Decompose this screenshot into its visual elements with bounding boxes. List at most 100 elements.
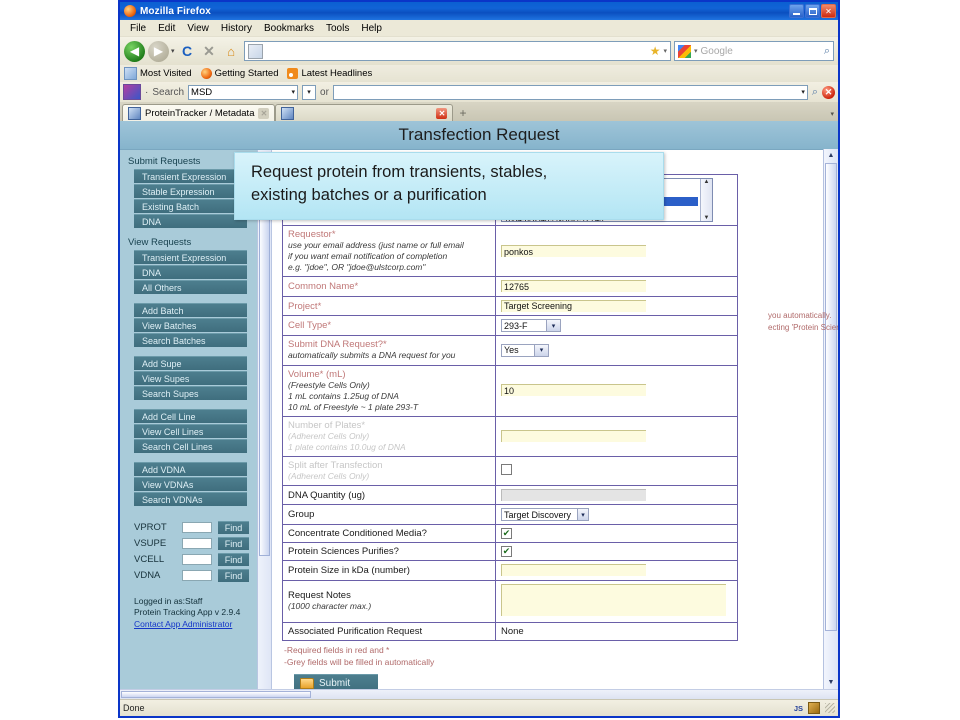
back-button[interactable]: ◀ xyxy=(124,41,145,62)
status-text: Done xyxy=(123,703,145,713)
msd-search-icon[interactable]: ⌕ xyxy=(812,86,818,99)
sidebar-item-add-batch[interactable]: Add Batch xyxy=(134,303,247,317)
sidebar-item-all-others[interactable]: All Others xyxy=(134,280,247,294)
find-input-vdna[interactable] xyxy=(182,570,212,581)
sidebar-item-dna[interactable]: DNA xyxy=(134,214,247,228)
tab-close-icon[interactable]: ✕ xyxy=(258,108,269,119)
msd-scope-select[interactable]: MSD ▾ xyxy=(188,85,298,100)
search-icon[interactable]: ⌕ xyxy=(824,45,830,58)
sidebar-item-transient-expression[interactable]: Transient Expression xyxy=(134,169,247,183)
request-notes-textarea[interactable] xyxy=(501,584,726,616)
minimize-button[interactable] xyxy=(789,4,804,18)
callout-line-2: existing batches or a purification xyxy=(251,184,653,207)
menu-help[interactable]: Help xyxy=(355,22,388,35)
sidebar-item-view-batches[interactable]: View Batches xyxy=(134,318,247,332)
menu-tools[interactable]: Tools xyxy=(320,22,355,35)
submit-dna-select[interactable]: Yes ▾ xyxy=(501,344,549,357)
sidebar-item-search-batches[interactable]: Search Batches xyxy=(134,333,247,347)
split-checkbox[interactable] xyxy=(501,464,512,475)
purifies-checkbox[interactable]: ✔ xyxy=(501,546,512,557)
bookmark-star-icon[interactable]: ★ xyxy=(650,44,661,58)
volume-input[interactable] xyxy=(501,384,646,396)
new-tab-button[interactable]: + xyxy=(453,106,472,121)
horizontal-scrollbar-thumb[interactable] xyxy=(121,691,311,698)
sidebar-item-view-supes[interactable]: View Supes xyxy=(134,371,247,385)
plates-input[interactable] xyxy=(501,430,646,442)
scroll-down-icon[interactable]: ▼ xyxy=(701,215,712,221)
sidebar-item-add-cell-line[interactable]: Add Cell Line xyxy=(134,409,247,423)
find-button-vprot[interactable]: Find xyxy=(218,521,249,534)
protein-size-input[interactable] xyxy=(501,564,646,576)
reload-icon[interactable]: C xyxy=(178,42,197,61)
tab-list-icon[interactable]: ▾ xyxy=(830,110,838,121)
sidebar-item-search-vdnas[interactable]: Search VDNAs xyxy=(134,492,247,506)
sidebar-item-add-supe[interactable]: Add Supe xyxy=(134,356,247,370)
group-select[interactable]: Target Discovery ▾ xyxy=(501,508,589,521)
find-input-vcell[interactable] xyxy=(182,554,212,565)
tab-close-icon[interactable]: ✕ xyxy=(436,108,447,119)
forward-button[interactable]: ▶ xyxy=(148,41,169,62)
inner-scrollbar[interactable]: ▲ ▼ xyxy=(257,150,272,689)
form-area: VDNA ID* Hold ctrl to select multiple VD… xyxy=(272,150,838,689)
url-dropdown-icon[interactable]: ▾ xyxy=(663,47,667,55)
label-cell: Cell Type* xyxy=(283,316,496,336)
sidebar-item-view-transient-expression[interactable]: Transient Expression xyxy=(134,250,247,264)
menu-bookmarks[interactable]: Bookmarks xyxy=(258,22,320,35)
bookmark-most-visited[interactable]: Most Visited xyxy=(124,67,192,80)
label-cell: Split after Transfection (Adherent Cells… xyxy=(283,456,496,485)
menu-view[interactable]: View xyxy=(181,22,215,35)
tab-second[interactable]: ✕ xyxy=(275,104,453,121)
msd-mini-select[interactable]: ▾ xyxy=(302,85,316,100)
stop-icon[interactable]: ✕ xyxy=(200,42,219,61)
submit-button[interactable]: Submit xyxy=(294,674,378,689)
page-header: Transfection Request xyxy=(120,121,838,150)
requestor-input[interactable] xyxy=(501,245,646,257)
scroll-up-icon[interactable]: ▲ xyxy=(701,179,712,185)
sidebar-item-existing-batch[interactable]: Existing Batch xyxy=(134,199,247,213)
find-button-vcell[interactable]: Find xyxy=(218,553,249,566)
project-input[interactable] xyxy=(501,300,646,312)
search-bar[interactable]: ▾ Google ⌕ xyxy=(674,41,834,61)
menu-edit[interactable]: Edit xyxy=(152,22,181,35)
find-input-vprot[interactable] xyxy=(182,522,212,533)
sidebar-item-search-supes[interactable]: Search Supes xyxy=(134,386,247,400)
menu-history[interactable]: History xyxy=(215,22,258,35)
horizontal-scrollbar[interactable] xyxy=(120,689,838,699)
bookmark-latest-headlines[interactable]: Latest Headlines xyxy=(287,68,372,79)
cell-type-select[interactable]: 293-F ▾ xyxy=(501,319,561,332)
maximize-button[interactable] xyxy=(805,4,820,18)
sidebar-item-view-vdnas[interactable]: View VDNAs xyxy=(134,477,247,491)
close-button[interactable]: ✕ xyxy=(821,4,836,18)
msd-close-icon[interactable]: ✕ xyxy=(822,86,835,99)
find-input-vsupe[interactable] xyxy=(182,538,212,549)
find-button-vsupe[interactable]: Find xyxy=(218,537,249,550)
page-scrollbar[interactable]: ▲ ▼ xyxy=(823,149,838,689)
msd-query-input[interactable]: ▾ xyxy=(333,85,808,100)
page-scrollbar-thumb[interactable] xyxy=(825,163,837,631)
listbox-scrollbar[interactable]: ▲ ▼ xyxy=(700,179,712,221)
resize-grip-icon[interactable] xyxy=(825,703,835,713)
sidebar-item-stable-expression[interactable]: Stable Expression xyxy=(134,184,247,198)
find-label: VSUPE xyxy=(134,538,176,549)
sidebar-item-add-vdna[interactable]: Add VDNA xyxy=(134,462,247,476)
url-bar[interactable]: ★ ▾ xyxy=(244,41,671,61)
sidebar-item-search-cell-lines[interactable]: Search Cell Lines xyxy=(134,439,247,453)
js-badge[interactable]: JS xyxy=(794,704,803,713)
sidebar-item-view-cell-lines[interactable]: View Cell Lines xyxy=(134,424,247,438)
history-dropdown-icon[interactable]: ▾ xyxy=(171,47,175,55)
concentrate-checkbox[interactable]: ✔ xyxy=(501,528,512,539)
page-scroll-up-icon[interactable]: ▲ xyxy=(824,149,838,162)
sidebar-item-view-dna[interactable]: DNA xyxy=(134,265,247,279)
bookmark-getting-started[interactable]: Getting Started xyxy=(201,68,279,79)
home-icon[interactable]: ⌂ xyxy=(222,42,241,61)
find-button-vdna[interactable]: Find xyxy=(218,569,249,582)
common-name-input[interactable] xyxy=(501,280,646,292)
search-input[interactable]: Google xyxy=(701,46,821,57)
tab-proteintracker[interactable]: ProteinTracker / Metadata ✕ xyxy=(122,104,275,121)
shield-icon[interactable] xyxy=(808,702,820,714)
contact-admin-link[interactable]: Contact App Administrator xyxy=(134,619,232,629)
search-engine-dropdown-icon[interactable]: ▾ xyxy=(694,47,698,55)
page-scroll-down-icon[interactable]: ▼ xyxy=(824,676,838,689)
menu-file[interactable]: File xyxy=(124,22,152,35)
submit-dna-sub: automatically submits a DNA request for … xyxy=(288,350,490,361)
